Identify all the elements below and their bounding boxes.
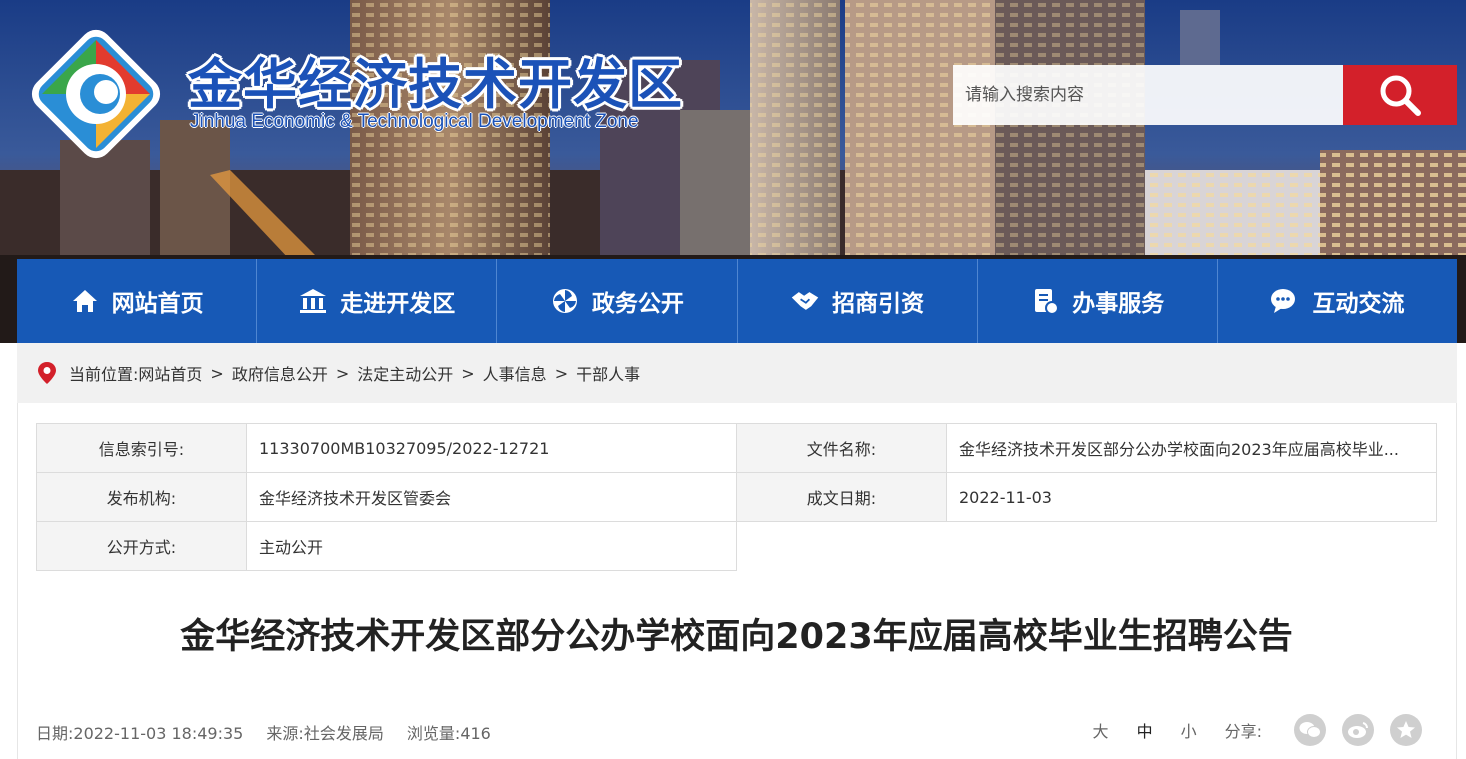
location-pin-icon — [37, 361, 57, 385]
nav-item-label: 办事服务 — [1072, 291, 1165, 317]
wechat-icon — [1299, 722, 1321, 738]
meta-value: 金华经济技术开发区部分公办学校面向2023年应届高校毕业... — [946, 423, 1437, 473]
breadcrumb-item[interactable]: 干部人事 — [576, 361, 640, 385]
search-input[interactable] — [953, 65, 1343, 125]
meta-value: 金华经济技术开发区管委会 — [246, 472, 737, 522]
document-icon — [1030, 286, 1060, 316]
breadcrumb-item[interactable]: 人事信息 — [483, 361, 547, 385]
meta-label: 发布机构: — [36, 472, 247, 522]
meta-empty-cell — [736, 521, 1437, 571]
nav-item-label: 网站首页 — [111, 291, 204, 317]
pinwheel-icon — [550, 286, 580, 316]
nav-item-government[interactable]: 政务公开 — [497, 259, 738, 343]
nav-item-label: 招商引资 — [832, 291, 925, 317]
font-size-small-button[interactable]: 小 — [1181, 718, 1197, 742]
breadcrumb-item[interactable]: 法定主动公开 — [357, 361, 453, 385]
site-name-cn: 金华经济技术开发区 — [188, 53, 683, 116]
nav-item-label: 政务公开 — [591, 291, 684, 317]
article-source: 来源:社会发展局 — [266, 724, 384, 743]
meta-value: 11330700MB10327095/2022-12721 — [246, 423, 737, 473]
breadcrumb-separator: > — [554, 363, 569, 383]
article-info: 日期:2022-11-03 18:49:35 来源:社会发展局 浏览量:416 — [36, 720, 509, 744]
site-name-en: Jinhua Economic & Technological Developm… — [190, 111, 639, 132]
star-icon — [1397, 721, 1415, 738]
nav-item-about[interactable]: 走进开发区 — [257, 259, 498, 343]
main-nav: 网站首页 走进开发区 政务公开 招商引资 办事服务 互动交流 — [17, 259, 1457, 343]
breadcrumb-separator: > — [210, 363, 224, 383]
meta-value: 主动公开 — [246, 521, 737, 571]
chat-icon — [1270, 286, 1300, 316]
home-icon — [70, 286, 100, 316]
search-icon — [1380, 75, 1421, 116]
nav-item-interaction[interactable]: 互动交流 — [1218, 259, 1457, 343]
font-size-medium-button[interactable]: 中 — [1137, 718, 1153, 742]
site-logo-icon — [31, 29, 161, 159]
nav-item-label: 互动交流 — [1312, 291, 1405, 317]
breadcrumb-item[interactable]: 网站首页 — [138, 361, 202, 385]
article-tools: 大 中 小 分享: — [1093, 714, 1422, 746]
article-date: 日期:2022-11-03 18:49:35 — [36, 724, 244, 743]
nav-item-investment[interactable]: 招商引资 — [738, 259, 978, 343]
breadcrumb: 当前位置: 网站首页 > 政府信息公开 > 法定主动公开 > 人事信息 > 干部… — [17, 343, 1457, 403]
meta-label: 成文日期: — [736, 472, 947, 522]
favorite-share-button[interactable] — [1390, 714, 1422, 746]
wechat-share-button[interactable] — [1294, 714, 1326, 746]
font-size-large-button[interactable]: 大 — [1093, 718, 1109, 742]
weibo-icon — [1348, 722, 1368, 738]
nav-item-label: 走进开发区 — [340, 291, 456, 317]
meta-label: 信息索引号: — [36, 423, 247, 473]
table-row: 发布机构: 金华经济技术开发区管委会 成文日期: 2022-11-03 — [36, 472, 1437, 522]
breadcrumb-separator: > — [335, 363, 350, 383]
building-icon — [298, 286, 328, 316]
table-row: 公开方式: 主动公开 — [36, 521, 1437, 571]
meta-label: 公开方式: — [36, 521, 247, 571]
search-button[interactable] — [1343, 65, 1457, 125]
breadcrumb-item[interactable]: 政府信息公开 — [232, 361, 328, 385]
document-meta-table: 信息索引号: 11330700MB10327095/2022-12721 文件名… — [36, 423, 1437, 571]
meta-value: 2022-11-03 — [946, 472, 1437, 522]
article-views: 浏览量:416 — [406, 724, 491, 743]
meta-label: 文件名称: — [736, 423, 947, 473]
handshake-icon — [790, 286, 820, 316]
article-title: 金华经济技术开发区部分公办学校面向2023年应届高校毕业生招聘公告 — [180, 617, 1293, 657]
table-row: 信息索引号: 11330700MB10327095/2022-12721 文件名… — [36, 423, 1437, 473]
breadcrumb-separator: > — [461, 363, 475, 383]
breadcrumb-prefix: 当前位置: — [69, 365, 139, 384]
weibo-share-button[interactable] — [1342, 714, 1374, 746]
share-label: 分享: — [1224, 722, 1262, 741]
nav-item-home[interactable]: 网站首页 — [17, 259, 258, 343]
nav-item-services[interactable]: 办事服务 — [978, 259, 1218, 343]
